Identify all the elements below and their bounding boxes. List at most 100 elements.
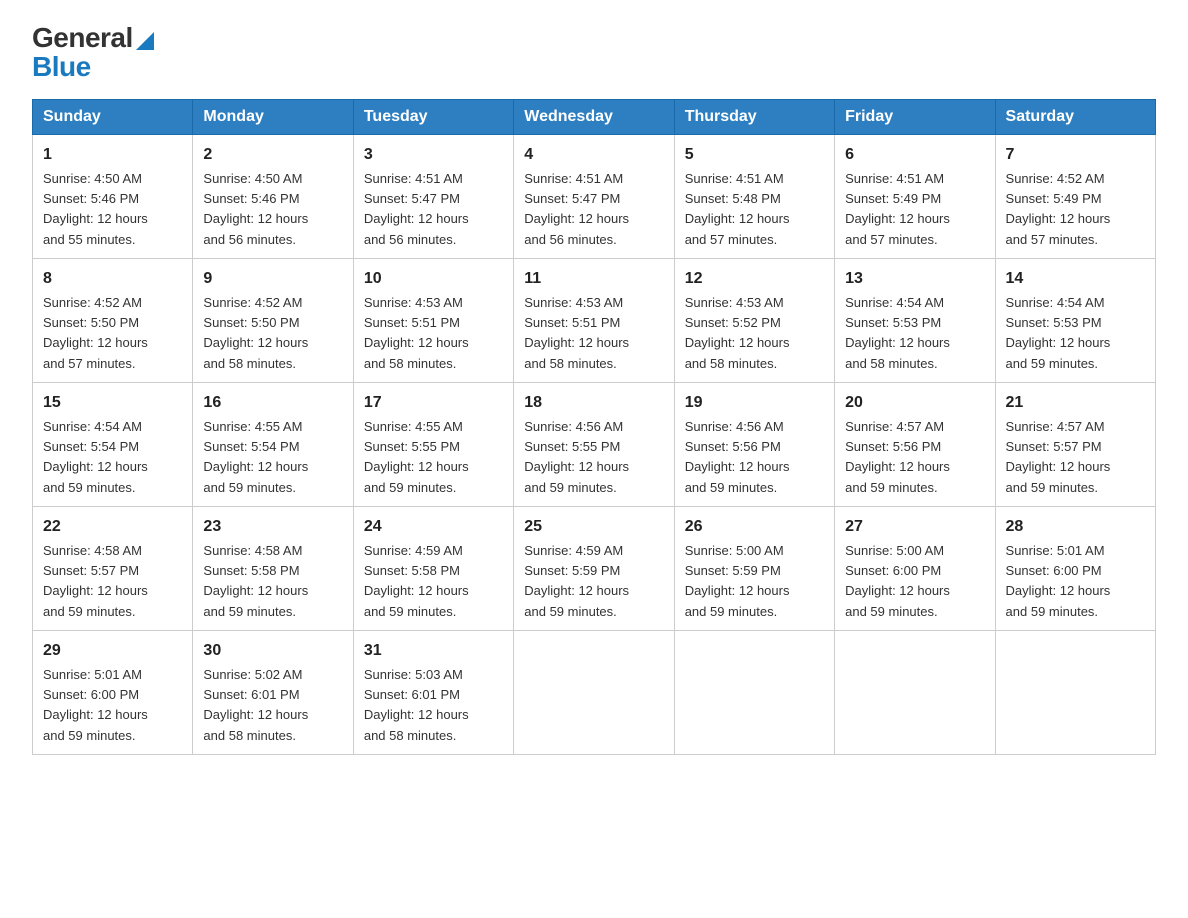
day-info: Sunrise: 5:01 AMSunset: 6:00 PMDaylight:… xyxy=(1006,543,1111,619)
day-info: Sunrise: 4:52 AMSunset: 5:50 PMDaylight:… xyxy=(43,295,148,371)
calendar-table: SundayMondayTuesdayWednesdayThursdayFrid… xyxy=(32,99,1156,755)
weekday-header-tuesday: Tuesday xyxy=(353,99,513,134)
day-info: Sunrise: 4:51 AMSunset: 5:47 PMDaylight:… xyxy=(364,171,469,247)
calendar-week-row: 1 Sunrise: 4:50 AMSunset: 5:46 PMDayligh… xyxy=(33,134,1156,258)
calendar-cell: 13 Sunrise: 4:54 AMSunset: 5:53 PMDaylig… xyxy=(835,258,995,382)
day-number: 7 xyxy=(1006,143,1145,167)
day-info: Sunrise: 5:02 AMSunset: 6:01 PMDaylight:… xyxy=(203,667,308,743)
day-number: 5 xyxy=(685,143,824,167)
day-number: 8 xyxy=(43,267,182,291)
day-info: Sunrise: 4:57 AMSunset: 5:56 PMDaylight:… xyxy=(845,419,950,495)
calendar-cell: 9 Sunrise: 4:52 AMSunset: 5:50 PMDayligh… xyxy=(193,258,353,382)
day-number: 22 xyxy=(43,515,182,539)
logo-blue-text: Blue xyxy=(32,52,154,83)
day-number: 17 xyxy=(364,391,503,415)
calendar-cell: 23 Sunrise: 4:58 AMSunset: 5:58 PMDaylig… xyxy=(193,506,353,630)
day-number: 3 xyxy=(364,143,503,167)
day-info: Sunrise: 4:58 AMSunset: 5:58 PMDaylight:… xyxy=(203,543,308,619)
day-number: 21 xyxy=(1006,391,1145,415)
day-number: 1 xyxy=(43,143,182,167)
day-info: Sunrise: 4:52 AMSunset: 5:49 PMDaylight:… xyxy=(1006,171,1111,247)
calendar-cell: 1 Sunrise: 4:50 AMSunset: 5:46 PMDayligh… xyxy=(33,134,193,258)
day-number: 20 xyxy=(845,391,984,415)
day-info: Sunrise: 4:57 AMSunset: 5:57 PMDaylight:… xyxy=(1006,419,1111,495)
day-info: Sunrise: 5:01 AMSunset: 6:00 PMDaylight:… xyxy=(43,667,148,743)
weekday-header-monday: Monday xyxy=(193,99,353,134)
day-number: 12 xyxy=(685,267,824,291)
calendar-cell: 18 Sunrise: 4:56 AMSunset: 5:55 PMDaylig… xyxy=(514,382,674,506)
calendar-cell: 4 Sunrise: 4:51 AMSunset: 5:47 PMDayligh… xyxy=(514,134,674,258)
day-info: Sunrise: 4:54 AMSunset: 5:54 PMDaylight:… xyxy=(43,419,148,495)
calendar-cell: 25 Sunrise: 4:59 AMSunset: 5:59 PMDaylig… xyxy=(514,506,674,630)
day-number: 11 xyxy=(524,267,663,291)
calendar-cell: 15 Sunrise: 4:54 AMSunset: 5:54 PMDaylig… xyxy=(33,382,193,506)
calendar-cell: 17 Sunrise: 4:55 AMSunset: 5:55 PMDaylig… xyxy=(353,382,513,506)
day-info: Sunrise: 5:00 AMSunset: 6:00 PMDaylight:… xyxy=(845,543,950,619)
day-number: 4 xyxy=(524,143,663,167)
calendar-cell: 28 Sunrise: 5:01 AMSunset: 6:00 PMDaylig… xyxy=(995,506,1155,630)
day-number: 16 xyxy=(203,391,342,415)
calendar-cell: 2 Sunrise: 4:50 AMSunset: 5:46 PMDayligh… xyxy=(193,134,353,258)
day-number: 27 xyxy=(845,515,984,539)
day-info: Sunrise: 5:03 AMSunset: 6:01 PMDaylight:… xyxy=(364,667,469,743)
calendar-cell: 24 Sunrise: 4:59 AMSunset: 5:58 PMDaylig… xyxy=(353,506,513,630)
day-info: Sunrise: 4:55 AMSunset: 5:54 PMDaylight:… xyxy=(203,419,308,495)
calendar-body: 1 Sunrise: 4:50 AMSunset: 5:46 PMDayligh… xyxy=(33,134,1156,754)
calendar-cell: 16 Sunrise: 4:55 AMSunset: 5:54 PMDaylig… xyxy=(193,382,353,506)
calendar-cell: 29 Sunrise: 5:01 AMSunset: 6:00 PMDaylig… xyxy=(33,630,193,754)
calendar-week-row: 8 Sunrise: 4:52 AMSunset: 5:50 PMDayligh… xyxy=(33,258,1156,382)
day-info: Sunrise: 4:56 AMSunset: 5:55 PMDaylight:… xyxy=(524,419,629,495)
day-info: Sunrise: 4:53 AMSunset: 5:52 PMDaylight:… xyxy=(685,295,790,371)
weekday-header-saturday: Saturday xyxy=(995,99,1155,134)
calendar-cell: 8 Sunrise: 4:52 AMSunset: 5:50 PMDayligh… xyxy=(33,258,193,382)
day-info: Sunrise: 4:55 AMSunset: 5:55 PMDaylight:… xyxy=(364,419,469,495)
calendar-cell: 10 Sunrise: 4:53 AMSunset: 5:51 PMDaylig… xyxy=(353,258,513,382)
day-info: Sunrise: 4:58 AMSunset: 5:57 PMDaylight:… xyxy=(43,543,148,619)
calendar-cell: 3 Sunrise: 4:51 AMSunset: 5:47 PMDayligh… xyxy=(353,134,513,258)
day-info: Sunrise: 4:53 AMSunset: 5:51 PMDaylight:… xyxy=(524,295,629,371)
day-info: Sunrise: 4:50 AMSunset: 5:46 PMDaylight:… xyxy=(43,171,148,247)
day-number: 26 xyxy=(685,515,824,539)
day-info: Sunrise: 4:59 AMSunset: 5:59 PMDaylight:… xyxy=(524,543,629,619)
day-info: Sunrise: 4:59 AMSunset: 5:58 PMDaylight:… xyxy=(364,543,469,619)
calendar-cell: 14 Sunrise: 4:54 AMSunset: 5:53 PMDaylig… xyxy=(995,258,1155,382)
day-number: 19 xyxy=(685,391,824,415)
day-number: 24 xyxy=(364,515,503,539)
day-number: 23 xyxy=(203,515,342,539)
weekday-header-wednesday: Wednesday xyxy=(514,99,674,134)
day-info: Sunrise: 5:00 AMSunset: 5:59 PMDaylight:… xyxy=(685,543,790,619)
day-info: Sunrise: 4:54 AMSunset: 5:53 PMDaylight:… xyxy=(845,295,950,371)
calendar-cell: 22 Sunrise: 4:58 AMSunset: 5:57 PMDaylig… xyxy=(33,506,193,630)
day-number: 13 xyxy=(845,267,984,291)
day-info: Sunrise: 4:56 AMSunset: 5:56 PMDaylight:… xyxy=(685,419,790,495)
day-info: Sunrise: 4:51 AMSunset: 5:48 PMDaylight:… xyxy=(685,171,790,247)
logo-triangle-icon xyxy=(136,28,154,50)
day-number: 14 xyxy=(1006,267,1145,291)
calendar-cell: 7 Sunrise: 4:52 AMSunset: 5:49 PMDayligh… xyxy=(995,134,1155,258)
day-info: Sunrise: 4:51 AMSunset: 5:49 PMDaylight:… xyxy=(845,171,950,247)
calendar-cell: 6 Sunrise: 4:51 AMSunset: 5:49 PMDayligh… xyxy=(835,134,995,258)
day-number: 29 xyxy=(43,639,182,663)
day-info: Sunrise: 4:53 AMSunset: 5:51 PMDaylight:… xyxy=(364,295,469,371)
day-number: 25 xyxy=(524,515,663,539)
calendar-cell: 31 Sunrise: 5:03 AMSunset: 6:01 PMDaylig… xyxy=(353,630,513,754)
page-header: General Blue xyxy=(32,24,1156,83)
day-info: Sunrise: 4:50 AMSunset: 5:46 PMDaylight:… xyxy=(203,171,308,247)
calendar-week-row: 29 Sunrise: 5:01 AMSunset: 6:00 PMDaylig… xyxy=(33,630,1156,754)
calendar-cell xyxy=(674,630,834,754)
calendar-cell: 12 Sunrise: 4:53 AMSunset: 5:52 PMDaylig… xyxy=(674,258,834,382)
day-info: Sunrise: 4:51 AMSunset: 5:47 PMDaylight:… xyxy=(524,171,629,247)
weekday-header-thursday: Thursday xyxy=(674,99,834,134)
weekday-header-friday: Friday xyxy=(835,99,995,134)
calendar-cell xyxy=(514,630,674,754)
calendar-cell: 30 Sunrise: 5:02 AMSunset: 6:01 PMDaylig… xyxy=(193,630,353,754)
calendar-cell: 19 Sunrise: 4:56 AMSunset: 5:56 PMDaylig… xyxy=(674,382,834,506)
calendar-header: SundayMondayTuesdayWednesdayThursdayFrid… xyxy=(33,99,1156,134)
calendar-cell: 27 Sunrise: 5:00 AMSunset: 6:00 PMDaylig… xyxy=(835,506,995,630)
calendar-cell xyxy=(835,630,995,754)
day-number: 15 xyxy=(43,391,182,415)
weekday-header-row: SundayMondayTuesdayWednesdayThursdayFrid… xyxy=(33,99,1156,134)
calendar-cell xyxy=(995,630,1155,754)
calendar-cell: 21 Sunrise: 4:57 AMSunset: 5:57 PMDaylig… xyxy=(995,382,1155,506)
calendar-cell: 5 Sunrise: 4:51 AMSunset: 5:48 PMDayligh… xyxy=(674,134,834,258)
